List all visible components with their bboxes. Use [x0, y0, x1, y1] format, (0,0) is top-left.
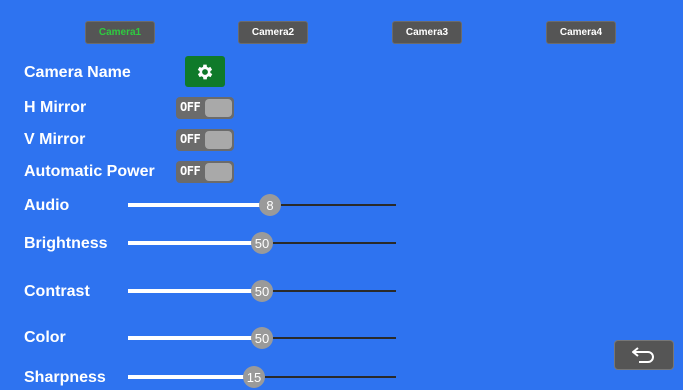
slider-fill: [128, 375, 254, 379]
toggle-state-text: OFF: [180, 132, 201, 146]
back-button[interactable]: [614, 340, 674, 370]
brightness-slider[interactable]: 50: [128, 232, 396, 254]
slider-thumb[interactable]: 15: [242, 366, 265, 388]
tab-camera1[interactable]: Camera1: [85, 21, 155, 44]
slider-fill: [128, 289, 262, 293]
camera-name-label: Camera Name: [24, 64, 131, 81]
slider-thumb[interactable]: 50: [251, 232, 273, 254]
tab-camera3[interactable]: Camera3: [392, 21, 462, 44]
v-mirror-toggle[interactable]: OFF: [176, 129, 234, 151]
tab-camera2[interactable]: Camera2: [238, 21, 308, 44]
gear-icon: [197, 64, 213, 79]
toggle-knob: [205, 99, 232, 117]
sharpness-slider[interactable]: 15: [128, 366, 396, 388]
v-mirror-label: V Mirror: [24, 131, 86, 148]
automatic-power-toggle[interactable]: OFF: [176, 161, 234, 183]
toggle-state-text: OFF: [180, 164, 201, 178]
slider-fill: [128, 241, 262, 245]
slider-fill: [128, 203, 271, 207]
brightness-label: Brightness: [24, 235, 108, 252]
h-mirror-toggle[interactable]: OFF: [176, 97, 234, 119]
slider-thumb[interactable]: 8: [259, 194, 282, 216]
color-label: Color: [24, 329, 66, 346]
slider-thumb[interactable]: 50: [251, 327, 273, 349]
camera-tabs: Camera1 Camera2 Camera3 Camera4: [0, 21, 683, 44]
h-mirror-label: H Mirror: [24, 99, 87, 116]
tab-camera4[interactable]: Camera4: [546, 21, 616, 44]
toggle-state-text: OFF: [180, 100, 201, 114]
audio-label: Audio: [24, 197, 70, 214]
sharpness-label: Sharpness: [24, 369, 106, 386]
color-slider[interactable]: 50: [128, 327, 396, 349]
slider-thumb[interactable]: 50: [251, 280, 273, 302]
contrast-label: Contrast: [24, 283, 90, 300]
camera-name-settings-button[interactable]: [185, 56, 225, 87]
back-arrow-icon: [632, 347, 654, 363]
toggle-knob: [205, 131, 232, 149]
slider-fill: [128, 336, 262, 340]
automatic-power-label: Automatic Power: [24, 163, 155, 180]
toggle-knob: [205, 163, 232, 181]
audio-slider[interactable]: 8: [128, 194, 396, 216]
contrast-slider[interactable]: 50: [128, 280, 396, 302]
